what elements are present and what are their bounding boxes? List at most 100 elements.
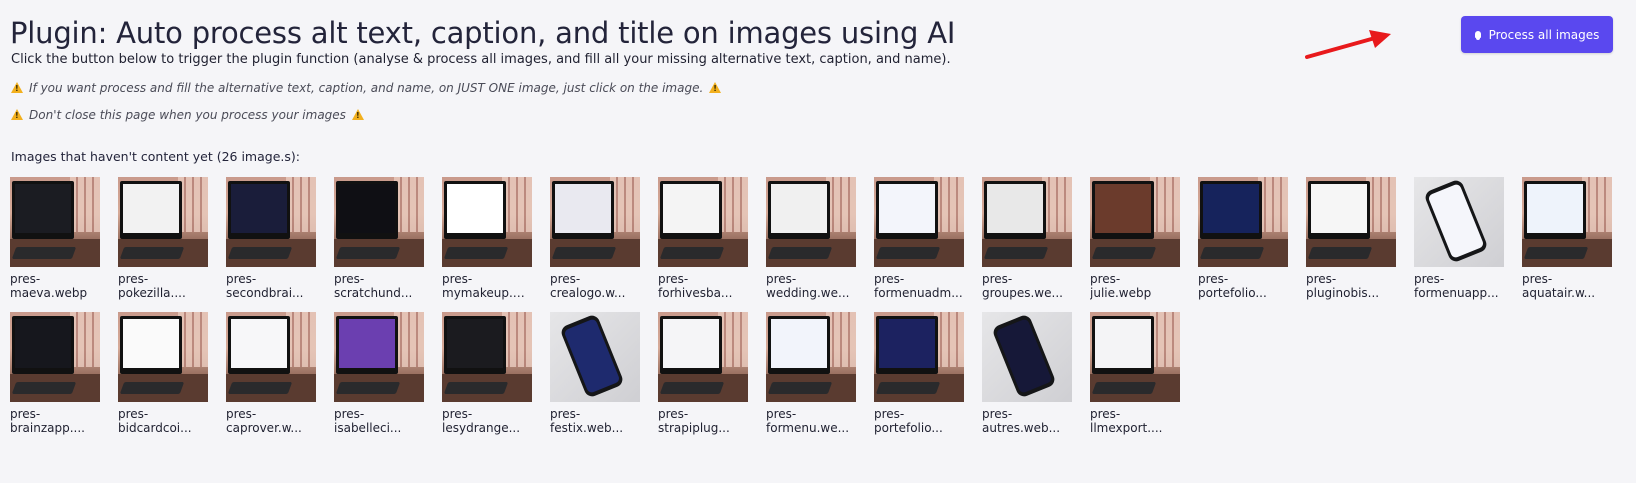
- image-item[interactable]: pres-autres.web...: [982, 312, 1072, 435]
- image-thumbnail[interactable]: [982, 312, 1072, 402]
- image-thumbnail[interactable]: [1090, 177, 1180, 267]
- red-arrow-icon: [1305, 30, 1391, 59]
- image-item[interactable]: pres-portefolio...: [1198, 177, 1288, 300]
- image-filename: pres-strapiplug...: [658, 407, 748, 435]
- image-filename: pres-pokezilla....: [118, 272, 208, 300]
- bell-icon: [1474, 31, 1481, 40]
- image-filename-line1: pres-: [226, 272, 257, 286]
- image-filename: pres-festix.web...: [550, 407, 640, 435]
- image-filename-line1: pres-: [1522, 272, 1553, 286]
- image-filename-line1: pres-: [1414, 272, 1445, 286]
- image-item[interactable]: pres-crealogo.w...: [550, 177, 640, 300]
- image-thumbnail[interactable]: [766, 312, 856, 402]
- image-thumbnail[interactable]: [10, 177, 100, 267]
- image-item[interactable]: pres-julie.webp: [1090, 177, 1180, 300]
- image-thumbnail[interactable]: [874, 177, 964, 267]
- image-item[interactable]: pres-strapiplug...: [658, 312, 748, 435]
- images-count-label: Images that haven't content yet (26 imag…: [11, 149, 300, 164]
- image-item[interactable]: pres-bidcardcoi...: [118, 312, 208, 435]
- image-filename-line1: pres-: [550, 407, 581, 421]
- image-filename-line1: pres-: [982, 407, 1013, 421]
- image-thumbnail[interactable]: [118, 312, 208, 402]
- image-thumbnail[interactable]: [442, 177, 532, 267]
- image-filename: pres-aquatair.w...: [1522, 272, 1612, 300]
- image-item[interactable]: pres-scratchund...: [334, 177, 424, 300]
- image-item[interactable]: pres-mymakeup.w...: [442, 177, 532, 300]
- image-filename: pres-scratchund...: [334, 272, 424, 300]
- image-filename-line2: aquatair.w...: [1522, 286, 1596, 300]
- image-thumbnail[interactable]: [334, 312, 424, 402]
- image-item[interactable]: pres-formenu.we...: [766, 312, 856, 435]
- image-item[interactable]: pres-brainzapp....: [10, 312, 100, 435]
- image-item[interactable]: pres-wedding.we...: [766, 177, 856, 300]
- image-thumbnail[interactable]: [1198, 177, 1288, 267]
- image-filename: pres-mymakeup.w...: [442, 272, 532, 300]
- image-filename-line2: groupes.we...: [982, 286, 1063, 300]
- image-thumbnail[interactable]: [226, 177, 316, 267]
- warning-icon: [11, 81, 23, 93]
- image-filename-line2: festix.web...: [550, 421, 624, 435]
- image-filename-line1: pres-: [442, 272, 473, 286]
- image-filename: pres-wedding.we...: [766, 272, 856, 300]
- dont-close-note: Don't close this page when you process y…: [11, 107, 364, 123]
- image-thumbnail[interactable]: [442, 312, 532, 402]
- image-thumbnail[interactable]: [118, 177, 208, 267]
- image-filename-line2: isabelleci...: [334, 421, 402, 435]
- image-filename: pres-llmexport....: [1090, 407, 1180, 435]
- image-filename: pres-secondbrai...: [226, 272, 316, 300]
- image-item[interactable]: pres-festix.web...: [550, 312, 640, 435]
- image-filename-line1: pres-: [766, 272, 797, 286]
- image-item[interactable]: pres-groupes.we...: [982, 177, 1072, 300]
- image-item[interactable]: pres-secondbrai...: [226, 177, 316, 300]
- image-thumbnail[interactable]: [766, 177, 856, 267]
- image-filename: pres-forhivesba...: [658, 272, 748, 300]
- image-item[interactable]: pres-formenuapp...: [1414, 177, 1504, 300]
- image-filename: pres-brainzapp....: [10, 407, 100, 435]
- image-thumbnail[interactable]: [982, 177, 1072, 267]
- image-filename: pres-portefolio...: [1198, 272, 1288, 300]
- image-thumbnail[interactable]: [550, 312, 640, 402]
- image-filename-line2: portefolio...: [1198, 286, 1267, 300]
- image-filename: pres-groupes.we...: [982, 272, 1072, 300]
- image-filename-line1: pres-: [118, 407, 149, 421]
- image-filename-line1: pres-: [982, 272, 1013, 286]
- image-item[interactable]: pres-isabelleci...: [334, 312, 424, 435]
- image-item[interactable]: pres-maeva.webp: [10, 177, 100, 300]
- image-item[interactable]: pres-llmexport....: [1090, 312, 1180, 435]
- image-thumbnail[interactable]: [658, 177, 748, 267]
- image-filename: pres-autres.web...: [982, 407, 1072, 435]
- image-thumbnail[interactable]: [1522, 177, 1612, 267]
- image-thumbnail[interactable]: [1306, 177, 1396, 267]
- image-filename-line1: pres-: [226, 407, 257, 421]
- image-thumbnail[interactable]: [874, 312, 964, 402]
- image-item[interactable]: pres-forhivesba...: [658, 177, 748, 300]
- images-row: pres-maeva.webp pres-pokezilla.... pres-se…: [10, 177, 1636, 300]
- image-filename-line2: formenu.we...: [766, 421, 850, 435]
- image-thumbnail[interactable]: [1414, 177, 1504, 267]
- image-item[interactable]: pres-aquatair.w...: [1522, 177, 1612, 300]
- image-item[interactable]: pres-pokezilla....: [118, 177, 208, 300]
- image-filename-line2: wedding.we...: [766, 286, 850, 300]
- image-thumbnail[interactable]: [226, 312, 316, 402]
- image-filename-line1: pres-: [334, 407, 365, 421]
- image-filename: pres-lesydrange...: [442, 407, 532, 435]
- image-filename-line2: portefolio...: [874, 421, 943, 435]
- image-filename-line2: pokezilla....: [118, 286, 186, 300]
- single-image-note-text: If you want process and fill the alterna…: [29, 81, 704, 95]
- process-all-images-button[interactable]: Process all images: [1461, 16, 1613, 53]
- image-item[interactable]: pres-pluginobis...: [1306, 177, 1396, 300]
- image-filename-line2: formenuadm...: [874, 286, 963, 300]
- image-item[interactable]: pres-portefolio...: [874, 312, 964, 435]
- image-filename: pres-portefolio...: [874, 407, 964, 435]
- image-thumbnail[interactable]: [10, 312, 100, 402]
- image-item[interactable]: pres-lesydrange...: [442, 312, 532, 435]
- image-thumbnail[interactable]: [1090, 312, 1180, 402]
- image-item[interactable]: pres-caprover.w...: [226, 312, 316, 435]
- warning-icon: [11, 108, 23, 120]
- image-thumbnail[interactable]: [334, 177, 424, 267]
- image-thumbnail[interactable]: [550, 177, 640, 267]
- image-filename: pres-caprover.w...: [226, 407, 316, 435]
- image-item[interactable]: pres-formenuadm...: [874, 177, 964, 300]
- image-thumbnail[interactable]: [658, 312, 748, 402]
- image-filename-line2: formenuapp...: [1414, 286, 1499, 300]
